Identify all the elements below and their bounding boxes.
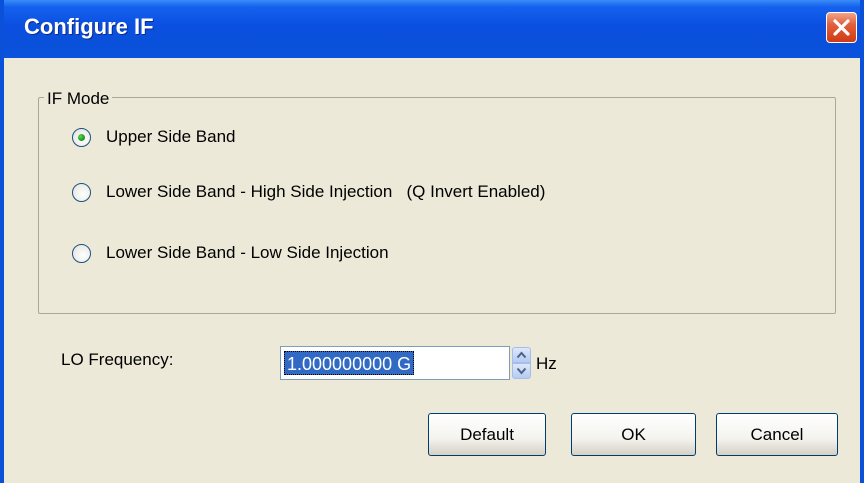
spin-down-button[interactable] <box>512 363 531 379</box>
radio-dot-icon <box>78 134 85 141</box>
lo-frequency-label: LO Frequency: <box>61 350 174 369</box>
cancel-button[interactable]: Cancel <box>716 413 838 456</box>
radio-label-upper-side-band[interactable]: Upper Side Band <box>106 127 235 147</box>
radio-label-lsb-high-side-injection[interactable]: Lower Side Band - High Side Injection (Q… <box>106 182 545 202</box>
title-bar[interactable]: Configure IF <box>4 0 860 58</box>
radio-label-lsb-low-side-injection[interactable]: Lower Side Band - Low Side Injection <box>106 243 389 263</box>
default-button[interactable]: Default <box>428 413 546 456</box>
lo-frequency-spinner[interactable] <box>512 347 531 379</box>
radio-button[interactable] <box>72 183 91 202</box>
spin-up-arrow-icon <box>516 351 527 359</box>
configure-if-dialog: Configure IF IF Mode Upper Side Band Low… <box>0 0 864 483</box>
dialog-title: Configure IF <box>24 14 154 39</box>
radio-button[interactable] <box>72 244 91 263</box>
if-mode-group-label: IF Mode <box>44 89 113 109</box>
spin-up-button[interactable] <box>512 347 531 363</box>
lo-frequency-input[interactable]: 1.000000000 G <box>280 346 510 380</box>
spin-down-arrow-icon <box>516 367 527 375</box>
ok-button[interactable]: OK <box>571 413 696 456</box>
lo-frequency-value[interactable]: 1.000000000 G <box>284 351 415 375</box>
radio-button-selected[interactable] <box>72 128 91 147</box>
close-button[interactable] <box>826 12 857 43</box>
lo-frequency-unit: Hz <box>536 354 557 373</box>
close-icon <box>833 19 850 36</box>
